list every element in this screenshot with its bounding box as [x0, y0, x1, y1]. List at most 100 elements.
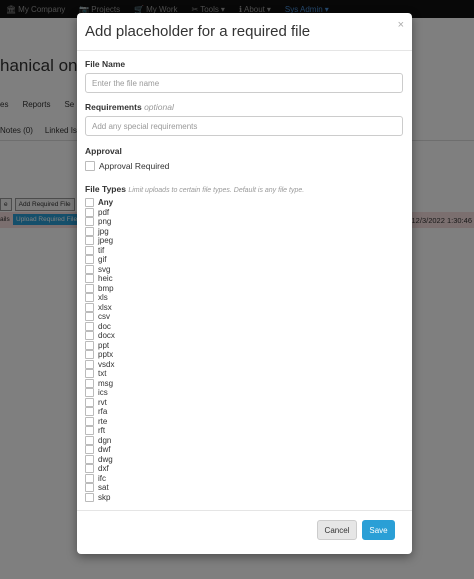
file-type-checkbox[interactable]: [85, 302, 94, 312]
file-type-checkbox[interactable]: [85, 435, 94, 445]
file-type-option-jpeg[interactable]: jpeg: [85, 236, 404, 246]
file-type-option-csv[interactable]: csv: [85, 312, 404, 322]
file-type-option-pdf[interactable]: pdf: [85, 207, 404, 218]
file-type-checkbox[interactable]: [85, 416, 94, 426]
file-type-label: msg: [98, 378, 114, 388]
approval-required-label: Approval Required: [99, 161, 170, 171]
file-type-label: gif: [98, 255, 107, 265]
file-type-label: ppt: [98, 340, 110, 350]
file-type-checkbox[interactable]: [85, 378, 94, 388]
file-type-checkbox[interactable]: [85, 359, 94, 369]
file-type-checkbox[interactable]: [85, 226, 94, 236]
file-name-input[interactable]: [85, 73, 403, 93]
file-type-label: rte: [98, 416, 108, 426]
file-type-label: ics: [98, 388, 108, 398]
file-type-label: png: [98, 217, 112, 227]
file-type-checkbox[interactable]: [85, 198, 94, 208]
file-type-checkbox[interactable]: [85, 397, 94, 407]
file-type-label: xls: [98, 293, 108, 303]
file-type-option-xls[interactable]: xls: [85, 293, 404, 303]
file-type-label: ifc: [98, 473, 106, 483]
file-type-label: dxf: [98, 464, 109, 474]
file-type-label: pdf: [98, 207, 110, 217]
file-type-checkbox[interactable]: [85, 369, 94, 379]
file-type-option-xlsx[interactable]: xlsx: [85, 302, 404, 313]
file-type-option-ics[interactable]: ics: [85, 388, 404, 398]
file-type-option-ifc[interactable]: ifc: [85, 473, 404, 484]
file-type-option-png[interactable]: png: [85, 217, 404, 227]
file-type-option-ppt[interactable]: ppt: [85, 340, 404, 351]
file-type-option-rfa[interactable]: rfa: [85, 407, 404, 417]
file-type-checkbox[interactable]: [85, 217, 94, 227]
file-types-hint: Limit uploads to certain file types. Def…: [128, 187, 305, 194]
close-icon[interactable]: ×: [398, 19, 404, 31]
file-type-checkbox[interactable]: [85, 350, 94, 360]
file-type-option-bmp[interactable]: bmp: [85, 283, 404, 294]
file-type-checkbox[interactable]: [85, 340, 94, 350]
file-type-option-vsdx[interactable]: vsdx: [85, 359, 404, 370]
file-type-option-dwf[interactable]: dwf: [85, 445, 404, 455]
file-type-checkbox[interactable]: [85, 245, 94, 255]
requirements-hint: optional: [144, 102, 174, 112]
file-type-checkbox[interactable]: [85, 331, 94, 341]
file-type-label: dwg: [98, 454, 113, 464]
file-type-option-rvt[interactable]: rvt: [85, 397, 404, 408]
file-type-checkbox[interactable]: [85, 264, 94, 274]
file-type-label: docx: [98, 331, 115, 341]
file-type-label: xlsx: [98, 302, 112, 312]
file-type-label: csv: [98, 312, 110, 322]
file-type-option-heic[interactable]: heic: [85, 274, 404, 284]
file-type-option-dgn[interactable]: dgn: [85, 435, 404, 446]
file-type-label: rft: [98, 426, 106, 436]
file-type-checkbox[interactable]: [85, 312, 94, 322]
approval-required-checkbox-row[interactable]: Approval Required: [85, 160, 404, 172]
file-type-checkbox[interactable]: [85, 321, 94, 331]
save-button[interactable]: Save: [362, 520, 395, 540]
file-type-checkbox[interactable]: [85, 407, 94, 417]
file-type-label: skp: [98, 492, 111, 502]
file-type-option-doc[interactable]: doc: [85, 321, 404, 332]
file-type-checkbox[interactable]: [85, 473, 94, 483]
file-type-option-tif[interactable]: tif: [85, 245, 404, 256]
file-type-option-svg[interactable]: svg: [85, 264, 404, 275]
file-name-label: File Name: [85, 59, 126, 69]
file-type-option-txt[interactable]: txt: [85, 369, 404, 379]
approval-label: Approval: [85, 146, 122, 156]
file-type-option-skp[interactable]: skp: [85, 492, 404, 503]
file-type-label: vsdx: [98, 359, 115, 369]
file-type-option-dxf[interactable]: dxf: [85, 464, 404, 474]
file-type-label: rvt: [98, 397, 107, 407]
cancel-button[interactable]: Cancel: [317, 520, 357, 540]
file-type-option-dwg[interactable]: dwg: [85, 454, 404, 465]
file-type-option-msg[interactable]: msg: [85, 378, 404, 389]
approval-required-checkbox[interactable]: [85, 161, 95, 171]
file-type-checkbox[interactable]: [85, 464, 94, 474]
requirements-label: Requirements optional: [85, 102, 174, 112]
file-type-label: txt: [98, 369, 107, 379]
file-type-option-rft[interactable]: rft: [85, 426, 404, 436]
add-placeholder-modal: Add placeholder for a required file × Fi…: [77, 13, 412, 554]
file-types-list: Any pdf png jpg jpeg tif gif svg heic bmp xls xlsx c…: [85, 198, 404, 502]
file-type-checkbox[interactable]: [85, 255, 94, 265]
file-type-option-rte[interactable]: rte: [85, 416, 404, 427]
file-type-checkbox[interactable]: [85, 283, 94, 293]
file-type-checkbox[interactable]: [85, 492, 94, 502]
file-type-option-jpg[interactable]: jpg: [85, 226, 404, 237]
file-type-checkbox[interactable]: [85, 293, 94, 303]
file-type-checkbox[interactable]: [85, 236, 94, 246]
file-type-checkbox[interactable]: [85, 388, 94, 398]
file-type-option-gif[interactable]: gif: [85, 255, 404, 265]
file-type-checkbox[interactable]: [85, 426, 94, 436]
file-type-label: jpeg: [98, 236, 114, 246]
file-type-option-sat[interactable]: sat: [85, 483, 404, 493]
file-type-checkbox[interactable]: [85, 483, 94, 493]
file-type-option-pptx[interactable]: pptx: [85, 350, 404, 360]
file-type-checkbox[interactable]: [85, 207, 94, 217]
requirements-input[interactable]: [85, 116, 403, 136]
file-type-checkbox[interactable]: [85, 274, 94, 284]
file-type-checkbox[interactable]: [85, 454, 94, 464]
file-type-checkbox[interactable]: [85, 445, 94, 455]
file-type-option-docx[interactable]: docx: [85, 331, 404, 341]
file-type-label: jpg: [98, 226, 109, 236]
file-type-option-any[interactable]: Any: [85, 198, 404, 208]
